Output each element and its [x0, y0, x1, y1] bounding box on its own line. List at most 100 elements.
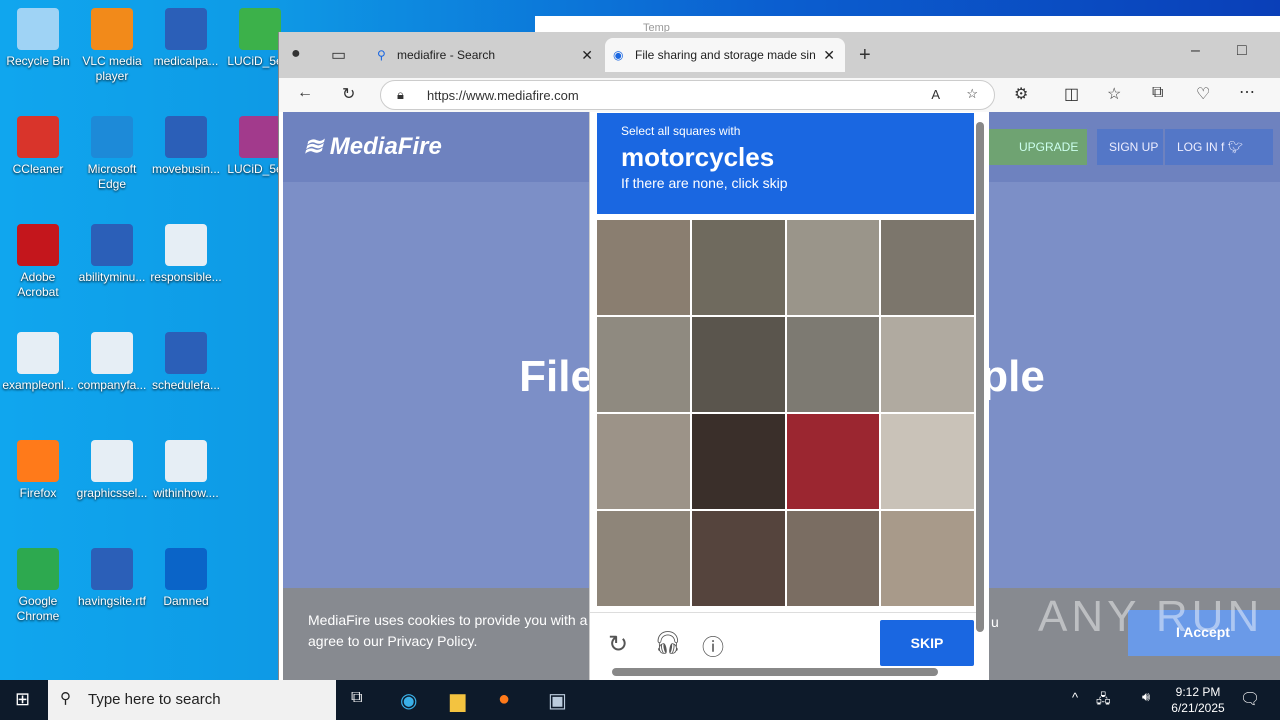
clock[interactable]: 9:12 PM 6/21/2025 [1168, 684, 1228, 716]
upgrade-button[interactable]: UPGRADE [983, 129, 1087, 165]
login-label: LOG IN [1177, 140, 1218, 154]
desktop-icon[interactable]: schedulefa... [148, 332, 224, 393]
captcha-tile[interactable] [881, 511, 974, 606]
vertical-scrollbar[interactable] [976, 122, 984, 632]
captcha-target: motorcycles [621, 142, 775, 172]
audio-challenge-icon[interactable]: 🎧︎ [654, 630, 682, 656]
signup-button[interactable]: SIGN UP [1097, 129, 1163, 165]
captcha-tile[interactable] [597, 414, 690, 509]
captcha-tile[interactable] [786, 414, 880, 509]
search-icon: ⚲ [60, 690, 71, 707]
tab-actions-icon[interactable]: ▭ [331, 45, 346, 65]
desktop-icon[interactable]: Firefox [0, 440, 76, 501]
desktop-icon[interactable]: Damned [148, 548, 224, 609]
captcha-tile[interactable] [786, 511, 880, 606]
desktop-icon[interactable]: companyfa... [74, 332, 150, 393]
captcha-tile[interactable] [597, 511, 690, 606]
captcha-instruction: Select all squares with [621, 124, 741, 138]
captcha-tile[interactable] [691, 414, 785, 509]
maximize-icon[interactable]: □ [1237, 42, 1247, 60]
taskbar-search[interactable]: ⚲ Type here to search [48, 680, 336, 720]
desktop-icon[interactable]: medicalpa... [148, 8, 224, 69]
captcha-tile[interactable] [786, 317, 880, 412]
desktop-icon[interactable]: Adobe Acrobat [0, 224, 76, 300]
captcha-tile[interactable] [786, 220, 880, 315]
cookie-text-end: u [991, 614, 999, 630]
mediafire-logo[interactable]: ≋ MediaFire [303, 132, 442, 161]
new-tab-icon[interactable]: + [859, 44, 871, 67]
desktop-icon[interactable]: Recycle Bin [0, 8, 76, 69]
captcha-tile[interactable] [691, 317, 785, 412]
refresh-challenge-icon[interactable]: ↻ [608, 630, 628, 659]
volume-icon[interactable]: 🔊︎ [1142, 689, 1150, 705]
twitter-icon[interactable]: 🐦︎ [1228, 140, 1243, 154]
desktop-icon[interactable]: CCleaner [0, 116, 76, 177]
horizontal-scrollbar[interactable] [612, 668, 938, 676]
url-input[interactable]: 🔒︎ https://www.mediafire.com A ☆ [380, 80, 995, 110]
desktop-icon[interactable]: responsible... [148, 224, 224, 285]
split-screen-icon[interactable]: ◫ [1064, 84, 1079, 104]
read-aloud-icon[interactable]: A [931, 87, 940, 102]
minimize-icon[interactable]: – [1191, 42, 1200, 60]
desktop-icon[interactable]: havingsite.rtf [74, 548, 150, 609]
desktop-icon[interactable]: Google Chrome [0, 548, 76, 624]
edge-taskbar-icon[interactable]: ◉ [400, 688, 417, 713]
desktop-icon[interactable]: withinhow.... [148, 440, 224, 501]
captcha-tile[interactable] [881, 414, 974, 509]
favorites-icon[interactable]: ☆ [1107, 84, 1121, 104]
start-icon[interactable]: ⊞ [15, 689, 30, 710]
app-taskbar-icon[interactable]: ▣ [548, 688, 567, 713]
browser-essentials-icon[interactable]: ♡ [1196, 84, 1210, 104]
desktop-icon[interactable]: movebusin... [148, 116, 224, 177]
captcha-tile[interactable] [881, 220, 974, 315]
desktop-icon-label: responsible... [150, 270, 222, 284]
notifications-icon[interactable]: 🗨︎ [1240, 689, 1260, 709]
favorite-icon[interactable]: ☆ [966, 86, 978, 102]
profile-icon[interactable]: ● [291, 45, 301, 63]
captcha-header: Select all squares with motorcycles If t… [597, 113, 974, 214]
file-icon [17, 548, 59, 590]
tab-mediafire[interactable]: ◉ File sharing and storage made sin ✕ [605, 38, 845, 72]
firefox-taskbar-icon[interactable]: ● [498, 688, 510, 711]
close-tab-icon[interactable]: ✕ [823, 47, 835, 64]
desktop-icon[interactable]: abilityminu... [74, 224, 150, 285]
captcha-tile[interactable] [881, 317, 974, 412]
desktop-icon-label: CCleaner [12, 162, 64, 176]
captcha-hint: If there are none, click skip [621, 175, 788, 191]
skip-button[interactable]: SKIP [880, 620, 974, 666]
logo-text: MediaFire [329, 133, 442, 160]
tab-search[interactable]: ⚲ mediafire - Search ✕ [367, 38, 603, 72]
file-icon [91, 332, 133, 374]
extensions-icon[interactable]: ⚙ [1014, 84, 1028, 104]
info-icon[interactable]: ⓘ [702, 630, 724, 662]
file-icon [91, 116, 133, 158]
desktop-icon[interactable]: graphicssel... [74, 440, 150, 501]
tray-chevron-icon[interactable]: ^ [1072, 690, 1078, 705]
file-icon [165, 440, 207, 482]
file-explorer-taskbar-icon[interactable]: ▆ [450, 688, 465, 713]
desktop-icon[interactable]: Microsoft Edge [74, 116, 150, 192]
captcha-tile[interactable] [691, 220, 785, 315]
back-icon[interactable]: ← [297, 84, 313, 102]
desktop-icon-label: movebusin... [151, 162, 221, 176]
captcha-tile[interactable] [597, 317, 690, 412]
file-icon [165, 332, 207, 374]
mediafire-page: ≋ MediaFire UPGRADE SIGN UP LOG IN f 🐦︎ … [283, 112, 1280, 680]
close-tab-icon[interactable]: ✕ [581, 47, 593, 64]
desktop-icon[interactable]: VLC media player [74, 8, 150, 84]
captcha-tile[interactable] [597, 220, 690, 315]
facebook-icon[interactable]: f [1218, 140, 1228, 154]
tab-label: File sharing and storage made sin [635, 48, 816, 62]
refresh-icon[interactable]: ↻ [342, 84, 355, 104]
login-button[interactable]: LOG IN f 🐦︎ [1165, 129, 1273, 165]
file-icon [91, 548, 133, 590]
more-icon[interactable]: ⋯ [1239, 82, 1255, 102]
captcha-image-grid [597, 220, 974, 606]
collections-icon[interactable]: ⧉ [1152, 84, 1163, 102]
search-icon: ⚲ [377, 48, 386, 62]
desktop-icon-label: abilityminu... [78, 270, 146, 284]
desktop-icon[interactable]: exampleonl... [0, 332, 76, 393]
task-view-icon[interactable]: ⧉ [351, 689, 362, 707]
captcha-tile[interactable] [691, 511, 785, 606]
network-icon[interactable]: 🖧︎ [1096, 690, 1111, 712]
